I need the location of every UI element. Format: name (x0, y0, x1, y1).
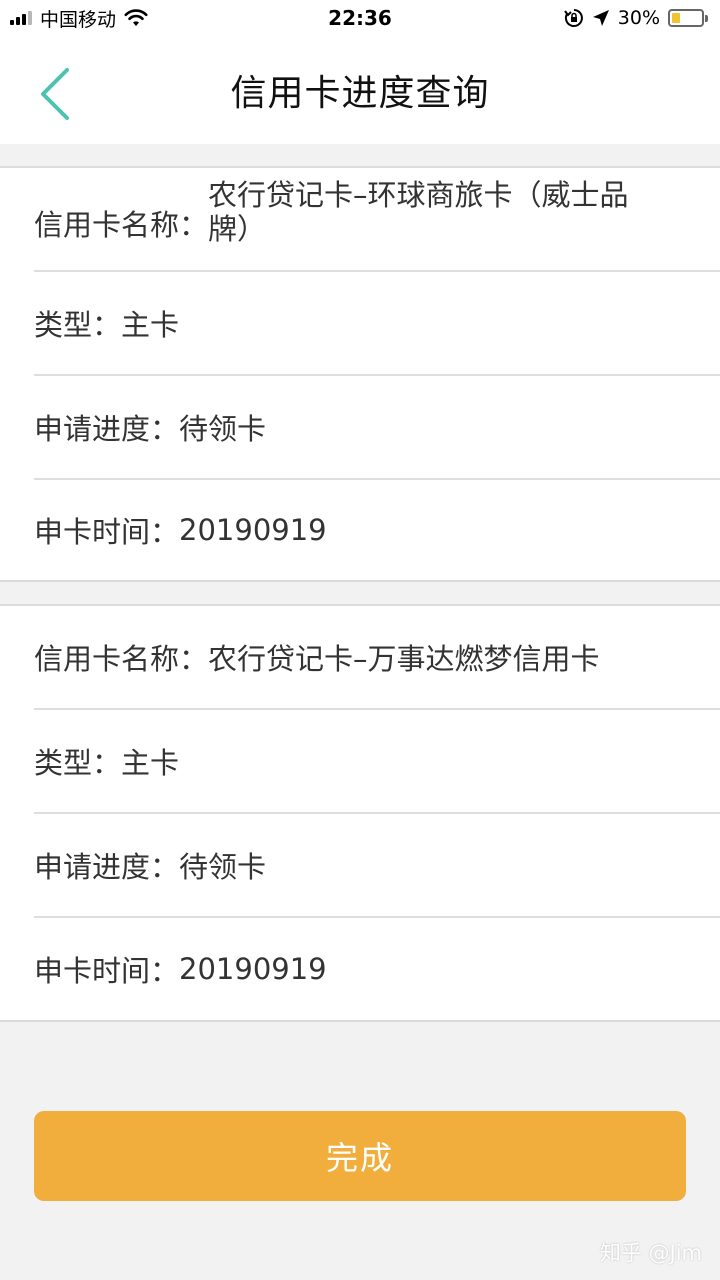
done-button[interactable]: 完成 (34, 1111, 686, 1201)
application-progress-row: 申请进度： 待领卡 (34, 814, 720, 918)
application-date-value: 20190919 (179, 952, 327, 986)
application-progress-label: 申请进度： (34, 412, 180, 446)
wifi-icon (124, 9, 148, 26)
application-date-row: 申卡时间： 20190919 (34, 918, 720, 1020)
carrier-name: 中国移动 (40, 8, 117, 31)
card-name-row: 信用卡名称： 农行贷记卡–环球商旅卡（威士品牌） (34, 168, 720, 272)
application-date-label: 申卡时间： (34, 954, 180, 988)
orientation-lock-icon (563, 9, 583, 27)
card-name-value: 农行贷记卡–环球商旅卡（威士品牌） (208, 178, 629, 246)
application-progress-row: 申请进度： 待领卡 (34, 376, 720, 480)
application-progress-label: 申请进度： (34, 850, 180, 884)
application-date-label: 申卡时间： (34, 515, 180, 549)
location-icon (592, 10, 609, 26)
status-left: 中国移动 (10, 5, 148, 32)
watermark: 知乎 @Jim (599, 1241, 702, 1265)
card-name-value: 农行贷记卡–万事达燃梦信用卡 (208, 642, 600, 676)
application-date-row: 申卡时间： 20190919 (34, 480, 720, 580)
card-type-label: 类型： (34, 308, 122, 342)
card-name-label: 信用卡名称： (34, 208, 209, 242)
chevron-left-icon (41, 68, 69, 120)
card-type-value: 主卡 (121, 746, 180, 780)
application-progress-value: 待领卡 (179, 850, 267, 884)
status-right: 30% (563, 7, 708, 29)
nav-bar: 信用卡进度查询 (0, 36, 720, 144)
card-type-row: 类型： 主卡 (34, 710, 720, 814)
application-progress-value: 待领卡 (179, 412, 267, 446)
signal-icon (10, 11, 32, 25)
page-title: 信用卡进度查询 (230, 73, 490, 114)
status-bar: 中国移动 22:36 30% (0, 0, 720, 36)
card-type-label: 类型： (34, 746, 122, 780)
application-date-value: 20190919 (179, 513, 327, 547)
back-button[interactable] (30, 64, 80, 124)
card-name-row: 信用卡名称： 农行贷记卡–万事达燃梦信用卡 (34, 606, 720, 710)
card-1: 信用卡名称： 农行贷记卡–环球商旅卡（威士品牌） 类型： 主卡 申请进度： 待领… (0, 166, 720, 582)
card-type-value: 主卡 (121, 308, 180, 342)
card-type-row: 类型： 主卡 (34, 272, 720, 376)
battery-percent: 30% (617, 7, 660, 29)
card-name-label: 信用卡名称： (34, 642, 209, 676)
card-2: 信用卡名称： 农行贷记卡–万事达燃梦信用卡 类型： 主卡 申请进度： 待领卡 申… (0, 604, 720, 1022)
battery-icon (668, 9, 708, 27)
